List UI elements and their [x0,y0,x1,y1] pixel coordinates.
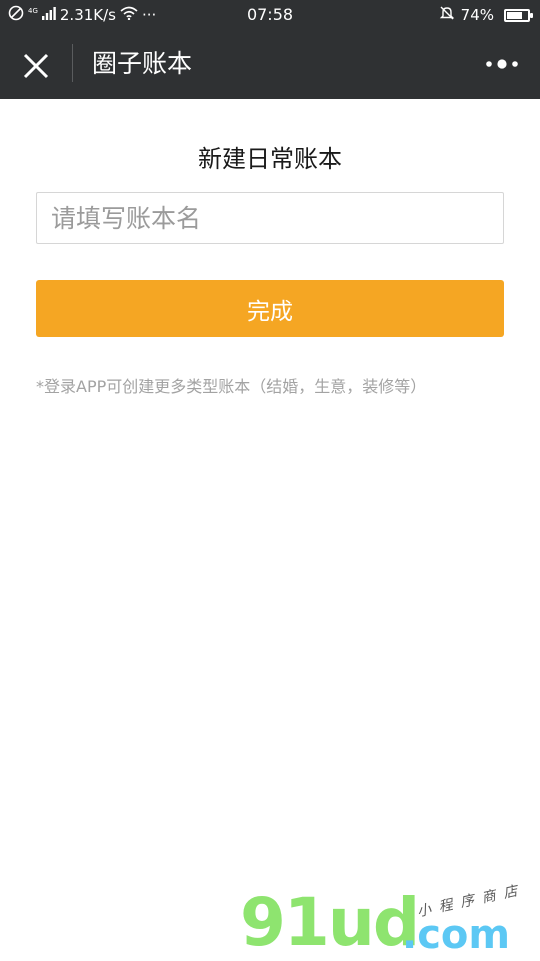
status-bar: 4G 2.31K/s ··· 07:58 74% [0,0,540,30]
done-button[interactable]: 完成 [36,280,504,337]
page-title: 圈子账本 [92,49,193,78]
more-dots-icon [486,59,518,69]
watermark-logo: 91ud [240,884,420,961]
more-options-button[interactable] [482,50,522,78]
close-icon [23,53,49,79]
bell-muted-icon [439,5,455,25]
battery-percent: 74% [460,6,494,24]
status-right: 74% [439,5,533,25]
form-heading: 新建日常账本 [198,145,342,173]
watermark: 91ud .com 小程序商店 [240,882,540,961]
nav-bar: 圈子账本 [0,30,540,99]
login-hint: *登录APP可创建更多类型账本（结婚，生意，装修等） [36,377,427,396]
main-content: 新建日常账本 完成 *登录APP可创建更多类型账本（结婚，生意，装修等） [0,99,540,960]
nav-divider [72,44,73,82]
battery-icon [504,8,533,22]
battery-level [507,11,522,19]
close-button[interactable] [18,48,54,84]
ledger-name-input[interactable] [36,192,504,244]
